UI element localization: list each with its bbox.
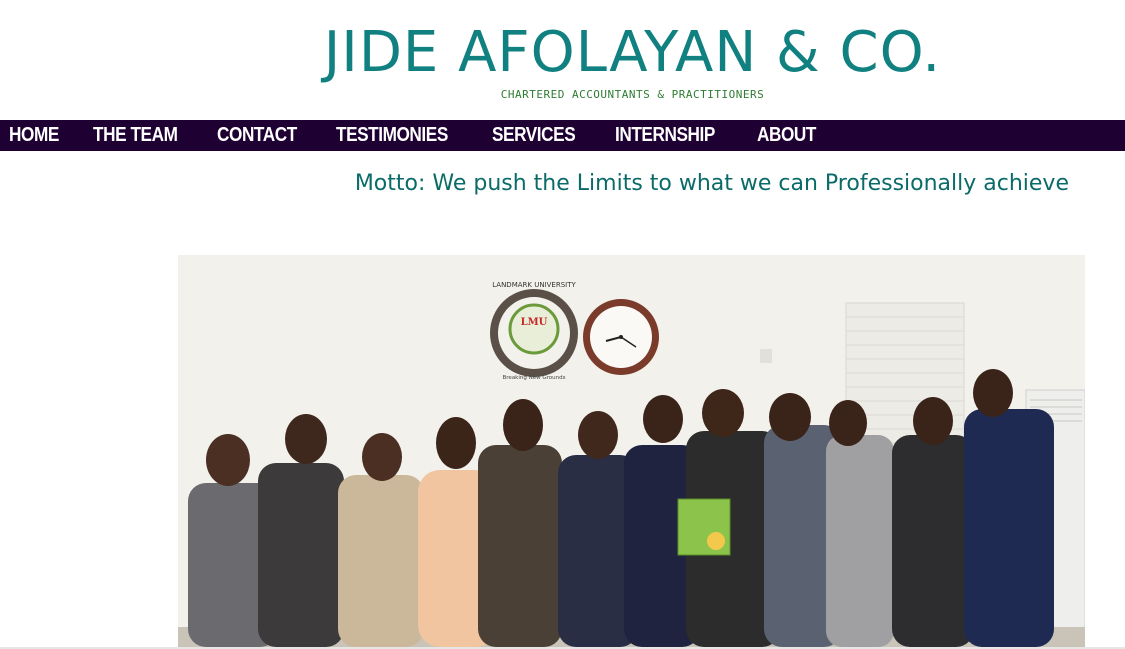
group-photo-illustration: LMU LANDMARK UNIVERSITY Breaking New Gro… [178,255,1085,647]
motto-text: Motto: We push the Limits to what we can… [354,171,1069,196]
logo-abbr: LMU [521,317,548,328]
person-2 [258,463,344,647]
nav-item-contact[interactable]: CONTACT [217,124,297,147]
logo-wreath [508,303,560,355]
nav-item-services[interactable]: SERVICES [492,124,576,147]
site-title[interactable]: JIDE AFOLAYAN & CO. [0,18,1125,88]
nav-item-about[interactable]: ABOUT [757,124,816,147]
site-header: JIDE AFOLAYAN & CO. CHARTERED ACCOUNTANT… [0,0,1125,120]
wall-switch [760,349,772,363]
nav-item-home[interactable]: HOME [9,124,59,147]
wall-clock [583,299,659,375]
person-10 [826,435,894,647]
nav-list: HOME THE TEAM CONTACT TESTIMONIES SERVIC… [0,120,1125,151]
nav-item-the-team[interactable]: THE TEAM [93,124,178,147]
main-navigation: HOME THE TEAM CONTACT TESTIMONIES SERVIC… [0,120,1125,151]
person-11 [892,435,974,647]
logo-university-name: LANDMARK UNIVERSITY [492,281,576,289]
person-3 [338,475,424,647]
site-tagline: CHARTERED ACCOUNTANTS & PRACTITIONERS [500,88,765,101]
person-12 [964,409,1054,647]
nav-item-testimonies[interactable]: TESTIMONIES [336,124,448,147]
logo-slogan: Breaking New Grounds [503,375,566,381]
group-photo: LMU LANDMARK UNIVERSITY Breaking New Gro… [178,255,1085,647]
person-5 [478,445,562,647]
nav-item-internship[interactable]: INTERNSHIP [615,124,715,147]
